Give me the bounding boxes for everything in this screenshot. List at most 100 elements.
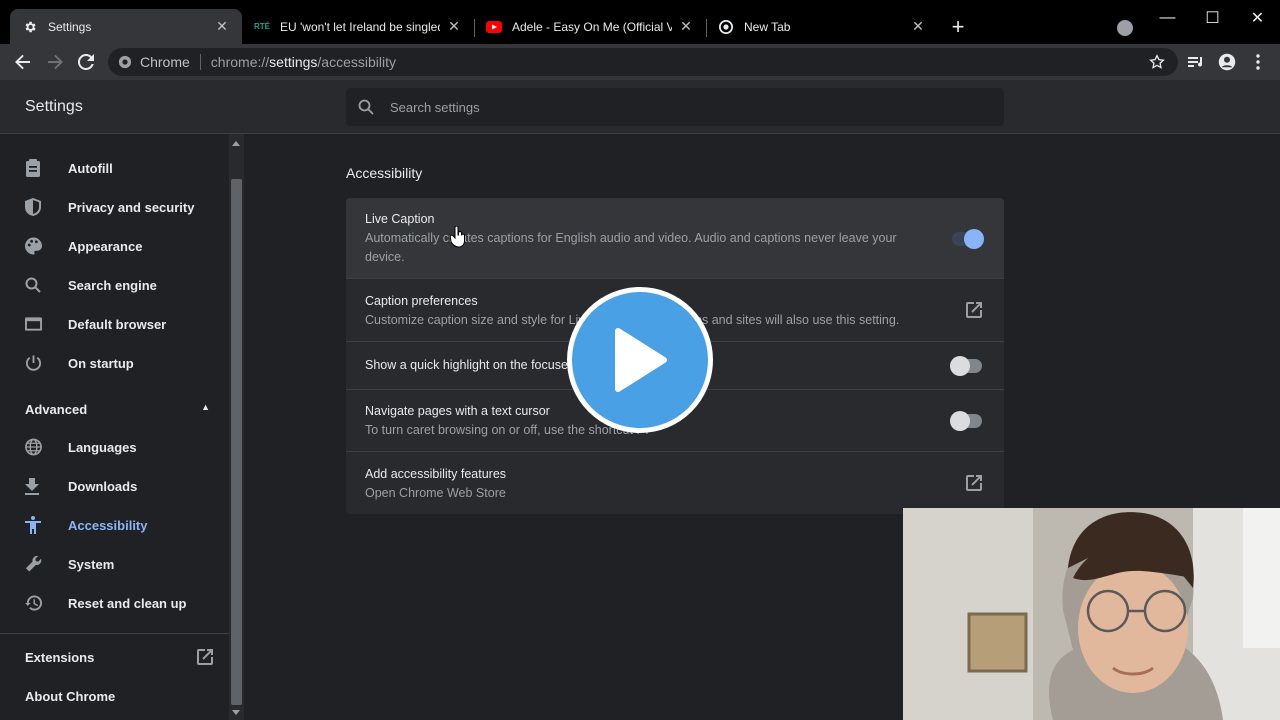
sidebar-item-label: Accessibility — [68, 517, 148, 533]
sidebar-item-label: Privacy and security — [68, 199, 195, 215]
kebab-menu-icon[interactable] — [1246, 50, 1270, 74]
sidebar-item-accessibility[interactable]: Accessibility — [0, 506, 229, 544]
search-placeholder: Search settings — [390, 99, 480, 115]
url-path: /accessibility — [317, 54, 396, 70]
tab-title: Adele - Easy On Me (Official Vide — [512, 19, 672, 34]
omnibox-divider — [199, 54, 201, 70]
tab-title: New Tab — [744, 19, 791, 34]
tab-title: EU 'won't let Ireland be singled o — [280, 19, 440, 34]
bookmark-star-icon[interactable] — [1145, 50, 1169, 74]
sidebar-item-label: Autofill — [68, 160, 113, 176]
history-icon — [0, 594, 42, 612]
clipboard-icon — [0, 159, 42, 177]
row-subtitle: Automatically creates captions for Engli… — [365, 231, 897, 264]
close-icon[interactable]: ✕ — [910, 18, 926, 35]
external-link-icon — [197, 649, 213, 665]
tab-rte[interactable]: RTÉ EU 'won't let Ireland be singled o ✕ — [242, 9, 474, 44]
sidebar-item-label: Languages — [68, 439, 137, 455]
sidebar-divider — [0, 633, 229, 634]
new-tab-button[interactable]: + — [946, 16, 970, 40]
search-icon — [0, 277, 42, 293]
omnibox-chip: Chrome — [140, 54, 190, 70]
sidebar-item-privacy[interactable]: Privacy and security — [0, 188, 229, 226]
section-title: Accessibility — [346, 165, 423, 181]
external-link-icon[interactable] — [966, 475, 984, 493]
sidebar-item-default-browser[interactable]: Default browser — [0, 305, 229, 343]
reload-button[interactable] — [74, 50, 98, 74]
row-title: Add accessibility features — [365, 467, 507, 481]
browser-toolbar: Chrome chrome:// settings /accessibility — [0, 44, 1280, 80]
row-live-caption[interactable]: Live Caption Automatically creates capti… — [346, 198, 1004, 278]
scroll-up-arrow-icon[interactable] — [232, 141, 240, 146]
omnibox[interactable]: Chrome chrome:// settings /accessibility — [108, 48, 1178, 76]
youtube-icon — [486, 19, 502, 35]
page-title: Settings — [25, 98, 83, 115]
forward-button[interactable] — [43, 50, 67, 74]
sidebar-item-system[interactable]: System — [0, 545, 229, 583]
url-host: settings — [269, 54, 318, 70]
live-caption-toggle[interactable] — [952, 229, 984, 249]
row-title: Navigate pages with a text cursor — [365, 404, 550, 418]
tab-settings[interactable]: Settings ✕ — [10, 9, 242, 44]
sidebar-item-reset[interactable]: Reset and clean up — [0, 584, 229, 622]
minimize-button[interactable]: — — [1145, 0, 1190, 36]
back-button[interactable] — [11, 50, 35, 74]
row-add-accessibility-features[interactable]: Add accessibility features Open Chrome W… — [346, 451, 1004, 514]
close-icon[interactable]: ✕ — [678, 18, 694, 35]
gear-icon — [22, 19, 38, 35]
close-icon[interactable]: ✕ — [214, 18, 230, 35]
tab-strip: Settings ✕ RTÉ EU 'won't let Ireland be … — [0, 0, 1280, 44]
advanced-label: Advanced — [25, 402, 88, 417]
play-icon[interactable] — [567, 287, 713, 433]
close-icon[interactable]: ✕ — [446, 18, 462, 35]
tab-separator — [474, 19, 475, 37]
tab-new-tab[interactable]: New Tab ✕ — [706, 9, 938, 44]
sidebar-item-label: Downloads — [68, 478, 138, 494]
media-queue-icon[interactable] — [1183, 50, 1207, 74]
sidebar-item-label: Reset and clean up — [68, 595, 187, 611]
caret-browsing-toggle[interactable] — [950, 411, 982, 431]
sidebar-item-search-engine[interactable]: Search engine — [0, 266, 229, 304]
search-input[interactable]: Search settings — [346, 88, 1004, 126]
sidebar-item-extensions[interactable]: Extensions — [25, 649, 213, 665]
sidebar-item-label: System — [68, 556, 115, 572]
wrench-icon — [0, 555, 42, 573]
advanced-toggle[interactable]: Advanced ▲ — [25, 402, 210, 417]
row-title: Live Caption — [365, 212, 435, 226]
accessibility-icon — [0, 516, 42, 534]
browser-icon — [0, 317, 42, 331]
sidebar-item-label: On startup — [68, 355, 134, 371]
settings-sidebar: Autofill Privacy and security Appearance… — [0, 134, 229, 720]
chrome-icon — [718, 19, 734, 35]
scroll-down-arrow-icon[interactable] — [232, 710, 240, 715]
maximize-button[interactable]: ☐ — [1190, 0, 1235, 36]
sidebar-item-downloads[interactable]: Downloads — [0, 467, 229, 505]
settings-header: Settings Search settings — [0, 80, 1280, 134]
tab-search-icon[interactable] — [1117, 20, 1133, 36]
profile-icon[interactable] — [1215, 50, 1239, 74]
sidebar-item-label: Appearance — [68, 238, 143, 254]
globe-icon — [0, 438, 42, 456]
sidebar-item-about-chrome[interactable]: About Chrome — [25, 689, 115, 704]
sidebar-item-label: Extensions — [25, 649, 95, 665]
external-link-icon[interactable] — [966, 302, 984, 320]
webcam-feed — [903, 508, 1280, 720]
sidebar-scrollbar[interactable] — [229, 134, 244, 720]
tab-separator — [706, 19, 707, 37]
scrollbar-thumb[interactable] — [231, 179, 242, 705]
hand-cursor-icon — [449, 225, 466, 253]
tab-youtube[interactable]: Adele - Easy On Me (Official Vide ✕ — [474, 9, 706, 44]
rte-icon: RTÉ — [254, 22, 270, 31]
palette-icon — [0, 237, 42, 255]
download-icon — [0, 477, 42, 495]
row-subtitle: Open Chrome Web Store — [365, 486, 506, 500]
sidebar-item-autofill[interactable]: Autofill — [0, 149, 229, 187]
sidebar-item-languages[interactable]: Languages — [0, 428, 229, 466]
close-window-button[interactable]: ✕ — [1235, 0, 1280, 36]
quick-highlight-toggle[interactable] — [950, 356, 982, 376]
sidebar-item-on-startup[interactable]: On startup — [0, 344, 229, 382]
sidebar-item-appearance[interactable]: Appearance — [0, 227, 229, 265]
row-title: Caption preferences — [365, 294, 478, 308]
search-icon — [358, 99, 374, 115]
power-icon — [0, 354, 42, 372]
